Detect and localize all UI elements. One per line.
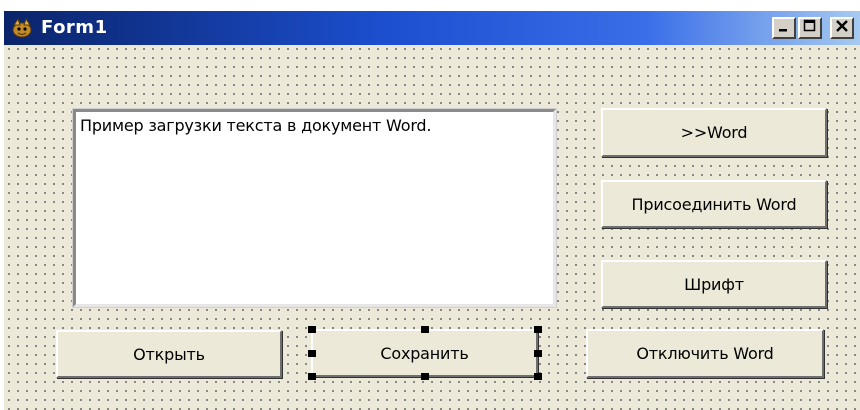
memo-text: Пример загрузки текста в документ Word. [80,116,432,135]
delphi-form-icon [10,17,34,39]
font-label: Шрифт [684,274,744,294]
window-title: Form1 [41,17,108,38]
maximize-icon [803,19,817,38]
to-word-label: >>Word [680,123,748,142]
selection-handle-bottom-middle[interactable] [421,373,429,380]
connect-word-button[interactable]: Присоединить Word [601,180,827,228]
selection-handle-middle-left[interactable] [308,350,316,357]
disconnect-word-button[interactable]: Отключить Word [586,329,824,378]
form-client-area: Пример загрузки текста в документ Word. … [4,45,860,410]
maximize-button[interactable] [798,17,822,39]
minimize-button[interactable] [772,17,796,39]
selection-handle-middle-right[interactable] [534,350,542,357]
close-icon [835,19,849,38]
open-label: Открыть [133,344,205,364]
close-button[interactable] [830,17,854,39]
selection-handle-top-middle[interactable] [421,326,429,333]
disconnect-word-label: Отключить Word [636,344,774,363]
selection-handle-bottom-left[interactable] [308,373,316,380]
minimize-icon [777,19,791,38]
to-word-button[interactable]: >>Word [601,108,827,157]
selection-handle-top-left[interactable] [308,326,316,333]
memo-text-area[interactable]: Пример загрузки текста в документ Word. [72,108,557,308]
selection-handle-bottom-right[interactable] [534,373,542,380]
title-bar[interactable]: Form1 [4,11,860,45]
form-window: Form1 Пример загрузки текста в документ … [4,11,860,410]
selection-handle-top-right[interactable] [534,326,542,333]
open-button[interactable]: Открыть [56,330,282,378]
save-button[interactable]: Сохранить [311,329,538,377]
font-button[interactable]: Шрифт [601,260,827,308]
save-label: Сохранить [380,343,469,363]
connect-word-label: Присоединить Word [631,194,797,214]
